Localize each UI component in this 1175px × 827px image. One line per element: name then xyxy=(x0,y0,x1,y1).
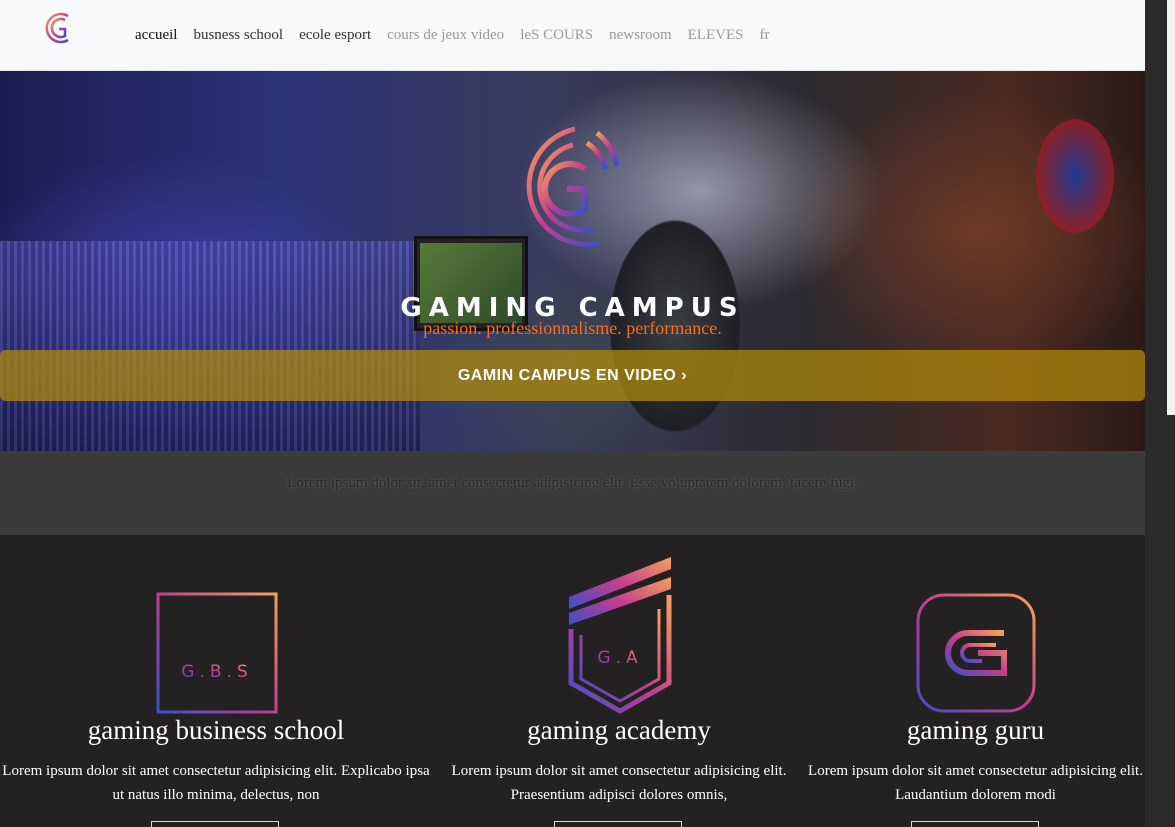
school-more-button[interactable] xyxy=(151,821,279,827)
guru-logo-icon xyxy=(916,593,1036,713)
main-nav: accueil busness school ecole esport cour… xyxy=(135,25,769,45)
nav-link-ecole-esport[interactable]: ecole esport xyxy=(299,25,371,45)
school-desc: Lorem ipsum dolor sit amet consectetur a… xyxy=(808,763,1143,803)
academy-logo-text: G.A xyxy=(597,648,642,668)
nav-link-newsroom[interactable]: newsroom xyxy=(609,25,672,45)
nav-link-eleves[interactable]: ELEVES xyxy=(688,25,744,45)
intro-text: Lorem ipsum dolor sit, amet consectetur … xyxy=(287,475,858,491)
gbs-logo-text: G.B.S xyxy=(181,662,252,682)
page-scrollbar-thumb[interactable] xyxy=(1167,0,1175,415)
school-more-button[interactable] xyxy=(911,821,1039,827)
nav-link-accueil[interactable]: accueil xyxy=(135,25,177,45)
academy-shield-icon: G.A xyxy=(568,557,672,714)
nav-link-language[interactable]: fr xyxy=(759,25,769,45)
hero-crowd-image xyxy=(0,241,420,451)
video-cta-button[interactable]: GAMIN CAMPUS EN VIDEO › xyxy=(0,350,1145,401)
schools-section: G.B.S gaming business school Lorem ipsum… xyxy=(0,535,1145,827)
hero-banner: GAMING CAMPUS passion. professionnalisme… xyxy=(0,71,1145,451)
intro-section: Lorem ipsum dolor sit, amet consectetur … xyxy=(0,451,1145,535)
nav-link-cours-jeux-video[interactable]: cours de jeux video xyxy=(387,25,504,45)
gaming-campus-logo-icon[interactable] xyxy=(42,10,78,46)
school-title: gaming guru xyxy=(906,715,1045,745)
hero-slogan: passion. professionnalisme. performance. xyxy=(423,318,722,338)
allstar-banner-image xyxy=(1020,96,1130,256)
nav-link-les-cours[interactable]: leS COURS xyxy=(520,25,593,45)
gaming-campus-hero-logo-icon xyxy=(526,126,620,247)
school-desc: Lorem ipsum dolor sit amet consectetur a… xyxy=(451,763,787,803)
school-title: gaming academy xyxy=(527,715,711,745)
school-more-button[interactable] xyxy=(554,821,682,827)
gbs-logo-icon: G.B.S xyxy=(156,592,278,714)
nav-link-business-school[interactable]: busness school xyxy=(193,25,283,45)
school-desc: Lorem ipsum dolor sit amet consectetur a… xyxy=(2,763,430,803)
school-title: gaming business school xyxy=(87,715,345,745)
top-navbar: accueil busness school ecole esport cour… xyxy=(0,0,1145,71)
